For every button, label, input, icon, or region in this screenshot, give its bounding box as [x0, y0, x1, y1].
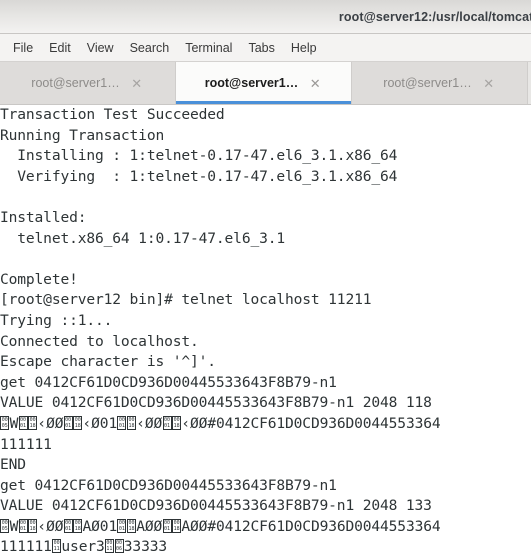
terminal-line: [root@server12 bin]# telnet localhost 11… — [0, 291, 372, 309]
unprintable-byte-glyph: 00 11 — [52, 539, 62, 554]
terminal-line: Trying ::1... — [0, 311, 113, 329]
tab-close-icon[interactable]: ✕ — [308, 76, 322, 90]
unprintable-byte-glyph: 00 18 — [28, 415, 38, 430]
terminal-line: VALUE 0412CF61D0CD936D00445533643F8B79-n… — [0, 394, 432, 412]
terminal-line: VALUE 0412CF61D0CD936D00445533643F8B79-n… — [0, 497, 432, 515]
terminal-line: telnet.x86_64 1:0.17-47.el6_3.1 — [0, 229, 285, 247]
terminal-text-run: W — [9, 517, 19, 535]
unprintable-byte-glyph: 00 01 — [162, 518, 172, 533]
unprintable-byte-glyph: 00 01 — [18, 518, 28, 533]
menu-item-tabs[interactable]: Tabs — [240, 38, 282, 58]
terminal-text-run: 33333 — [123, 538, 167, 556]
unprintable-byte-glyph: 00 01 — [63, 518, 73, 533]
tab-label: root@server1… — [204, 76, 299, 90]
terminal-line: 111111 — [0, 435, 52, 453]
terminal-text-run: #0412CF61D0CD936D0044553364 — [207, 517, 441, 535]
unprintable-byte-glyph: 00 01 — [162, 415, 172, 430]
unprintable-byte-glyph: 00 18 — [126, 518, 136, 533]
terminal-text-run: ØØ — [190, 517, 208, 535]
unprintable-byte-glyph: 00 11 — [104, 539, 114, 554]
terminal-text-run: ØØ — [46, 414, 64, 432]
terminal-line: get 0412CF61D0CD936D00445533643F8B79-n1 — [0, 373, 337, 391]
terminal-line: Complete! — [0, 270, 78, 288]
menu-item-search[interactable]: Search — [122, 38, 178, 58]
window-titlebar: root@server12:/usr/local/tomcat/ — [0, 0, 531, 34]
tab-close-icon[interactable]: ✕ — [482, 76, 496, 90]
unprintable-byte-glyph: 00 18 — [73, 518, 83, 533]
unprintable-byte-glyph: 00 01 — [117, 415, 127, 430]
terminal-line: END — [0, 456, 26, 474]
terminal-text-run: ØØ — [190, 414, 208, 432]
terminal-line: Transaction Test Succeeded — [0, 106, 225, 123]
terminal-text-run: ØØ — [144, 414, 163, 432]
terminal-tab-1[interactable]: root@server1… ✕ — [0, 62, 176, 104]
terminal-line: Escape character is '^]'. — [0, 353, 216, 371]
terminal-text-run: #0412CF61D0CD936D0044553364 — [207, 414, 441, 432]
menubar: File Edit View Search Terminal Tabs Help — [0, 34, 531, 62]
terminal-text-run: ‹ — [37, 414, 47, 432]
terminal-line: Installed: — [0, 208, 87, 226]
terminal-window: root@server12:/usr/local/tomcat/ File Edi… — [0, 0, 531, 559]
menu-item-view[interactable]: View — [79, 38, 122, 58]
unprintable-byte-glyph: 00 05 — [0, 518, 10, 533]
terminal-line: Running Transaction — [0, 126, 165, 144]
terminal-text-run: Ø01 — [91, 517, 118, 535]
terminal-line: Verifying : 1:telnet-0.17-47.el6_3.1.x86… — [0, 167, 398, 185]
unprintable-byte-glyph: 00 06 — [114, 539, 124, 554]
terminal-text-run: ‹ — [37, 517, 47, 535]
terminal-line: Installing : 1:telnet-0.17-47.el6_3.1.x8… — [0, 147, 398, 165]
terminal-line: Connected to localhost. — [0, 332, 199, 350]
unprintable-byte-glyph: 00 01 — [63, 415, 73, 430]
tabbar: root@server1… ✕ root@server1… ✕ root@server1… — [0, 62, 531, 105]
terminal-text-run: ‹ — [82, 414, 92, 432]
tab-close-icon[interactable]: ✕ — [130, 76, 144, 90]
unprintable-byte-glyph: 00 05 — [0, 415, 10, 430]
tab-label: root@server1… — [383, 76, 472, 90]
terminal-text-run: A — [82, 517, 92, 535]
terminal-line: 00 05 W 00 01 00 18 ‹ØØ 00 01 00 18 AØ01 00 01 00 18 AØØ 0… — [0, 517, 531, 538]
terminal-line: get 0412CF61D0CD936D00445533643F8B79-n1 — [0, 476, 337, 494]
terminal-line: 111111 00 11 user3 00 11 00 06 33333 — [0, 537, 531, 558]
terminal-output[interactable]: Transaction Test Succeeded Running Transa… — [0, 105, 531, 559]
menu-item-file[interactable]: File — [5, 38, 41, 58]
terminal-text-run: A — [136, 517, 145, 535]
window-title: root@server12:/usr/local/tomcat/ — [338, 9, 531, 24]
terminal-text-run: Ø01 — [91, 414, 118, 432]
terminal-text-run: ‹ — [181, 414, 191, 432]
terminal-text-run: ØØ — [144, 517, 163, 535]
unprintable-byte-glyph: 00 18 — [172, 518, 182, 533]
menu-item-edit[interactable]: Edit — [41, 38, 79, 58]
unprintable-byte-glyph: 00 18 — [28, 518, 38, 533]
terminal-text-run: W — [9, 414, 19, 432]
menu-item-terminal[interactable]: Terminal — [177, 38, 240, 58]
terminal-text-run: ØØ — [46, 517, 64, 535]
unprintable-byte-glyph: 00 01 — [18, 415, 28, 430]
terminal-tab-3[interactable]: root@server1… ✕ — [352, 62, 528, 104]
unprintable-byte-glyph: 00 18 — [73, 415, 83, 430]
terminal-tab-2[interactable]: root@server1… ✕ — [176, 62, 352, 104]
tab-label: root@server1… — [31, 76, 120, 90]
terminal-text-run: 111111 — [0, 538, 52, 556]
unprintable-byte-glyph: 00 18 — [126, 415, 136, 430]
unprintable-byte-glyph: 00 01 — [117, 518, 127, 533]
menu-item-help[interactable]: Help — [283, 38, 325, 58]
unprintable-byte-glyph: 00 18 — [172, 415, 182, 430]
terminal-line: 00 05 W 00 01 00 18 ‹ØØ 00 01 00 18 ‹Ø01 00 01 00 18 ‹ØØ 0… — [0, 414, 531, 435]
terminal-text-run: ‹ — [136, 414, 145, 432]
terminal-text-run: user3 — [61, 538, 105, 556]
terminal-text-run: A — [181, 517, 191, 535]
